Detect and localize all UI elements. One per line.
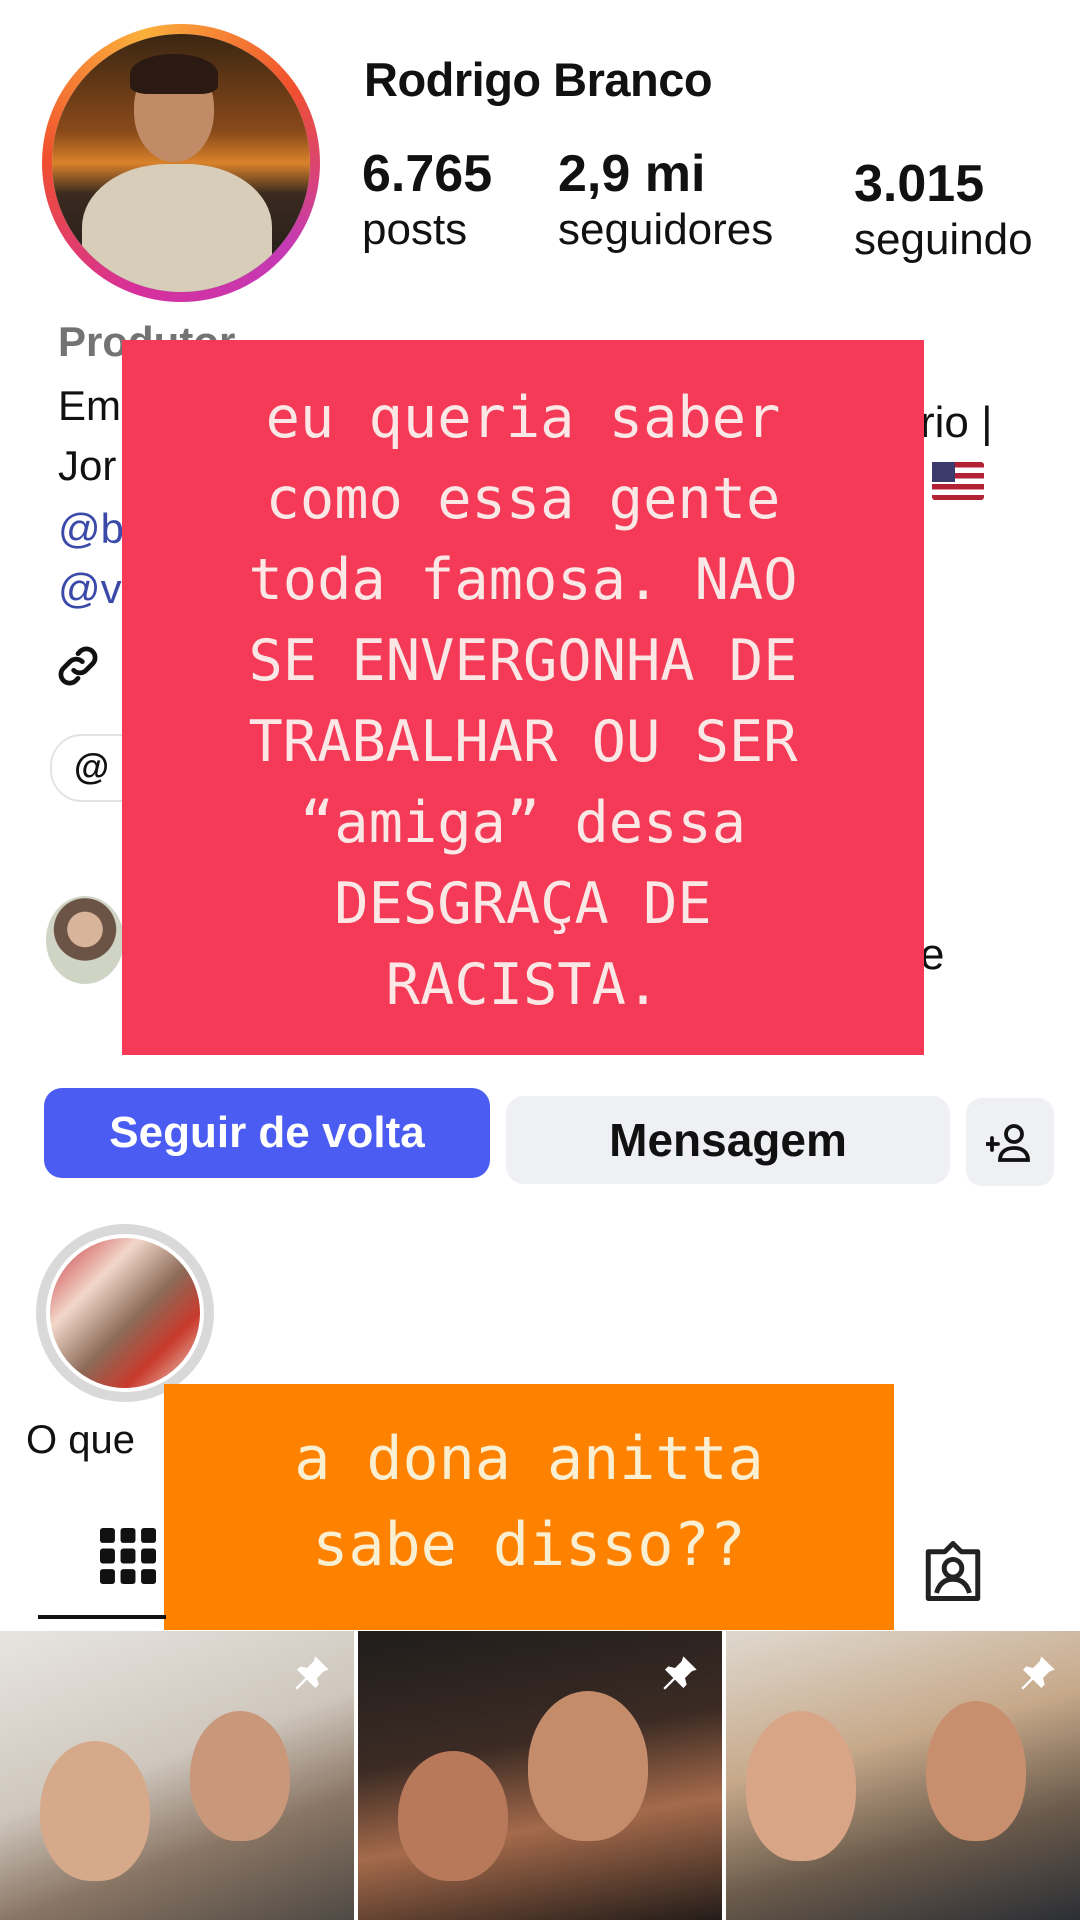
link-icon[interactable] bbox=[52, 640, 104, 692]
story-highlight-title: O que bbox=[26, 1418, 135, 1462]
add-person-icon bbox=[986, 1124, 1030, 1162]
story-highlight-image bbox=[46, 1234, 204, 1392]
grid-post-3[interactable] bbox=[726, 1631, 1080, 1920]
threads-icon: @ bbox=[74, 746, 110, 787]
active-tab-indicator bbox=[38, 1615, 166, 1619]
stat-posts[interactable]: 6.765 posts bbox=[362, 144, 492, 256]
posts-label: posts bbox=[362, 205, 468, 254]
bio-line-1-end: rio | bbox=[920, 398, 993, 447]
grid-icon[interactable] bbox=[100, 1528, 156, 1584]
profile-avatar[interactable] bbox=[42, 24, 320, 302]
followers-count: 2,9 mi bbox=[558, 145, 706, 203]
post-photo-detail bbox=[40, 1741, 150, 1881]
following-count: 3.015 bbox=[854, 155, 985, 213]
flag-us-icon bbox=[932, 462, 984, 500]
avatar-photo bbox=[52, 34, 310, 292]
bio-line-2: Jor bbox=[58, 442, 117, 489]
stat-followers[interactable]: 2,9 mi seguidores bbox=[558, 144, 773, 256]
post-photo-detail bbox=[528, 1691, 648, 1841]
grid-post-2[interactable] bbox=[358, 1631, 722, 1920]
post-photo-detail bbox=[746, 1711, 856, 1861]
followers-label: seguidores bbox=[558, 205, 774, 254]
message-button[interactable]: Mensagem bbox=[506, 1096, 950, 1184]
bio-mention-1[interactable]: @b bbox=[58, 505, 124, 553]
suggested-people-button[interactable] bbox=[966, 1098, 1054, 1186]
pin-icon bbox=[663, 1656, 697, 1690]
orange-text-overlay: a dona anitta sabe disso?? bbox=[164, 1384, 894, 1630]
profile-username: Rodrigo Branco bbox=[364, 53, 713, 106]
posts-count: 6.765 bbox=[362, 145, 493, 203]
post-photo-detail bbox=[926, 1701, 1026, 1841]
follow-back-button[interactable]: Seguir de volta bbox=[44, 1088, 490, 1178]
red-text-overlay: eu queria saber como essa gente toda fam… bbox=[122, 340, 924, 1055]
tagged-icon[interactable] bbox=[920, 1538, 986, 1604]
followed-by-avatar[interactable] bbox=[46, 896, 124, 984]
following-label: seguindo bbox=[854, 215, 1033, 264]
stat-following[interactable]: 3.015 seguindo bbox=[854, 154, 1033, 266]
pin-icon bbox=[1021, 1656, 1055, 1690]
bio-mention-2[interactable]: @v bbox=[58, 565, 122, 613]
pin-icon bbox=[295, 1656, 329, 1690]
story-highlight[interactable] bbox=[36, 1224, 214, 1402]
post-photo-detail bbox=[190, 1711, 290, 1841]
bio-line-1: Em bbox=[58, 382, 121, 429]
grid-post-1[interactable] bbox=[0, 1631, 354, 1920]
post-photo-detail bbox=[398, 1751, 508, 1881]
